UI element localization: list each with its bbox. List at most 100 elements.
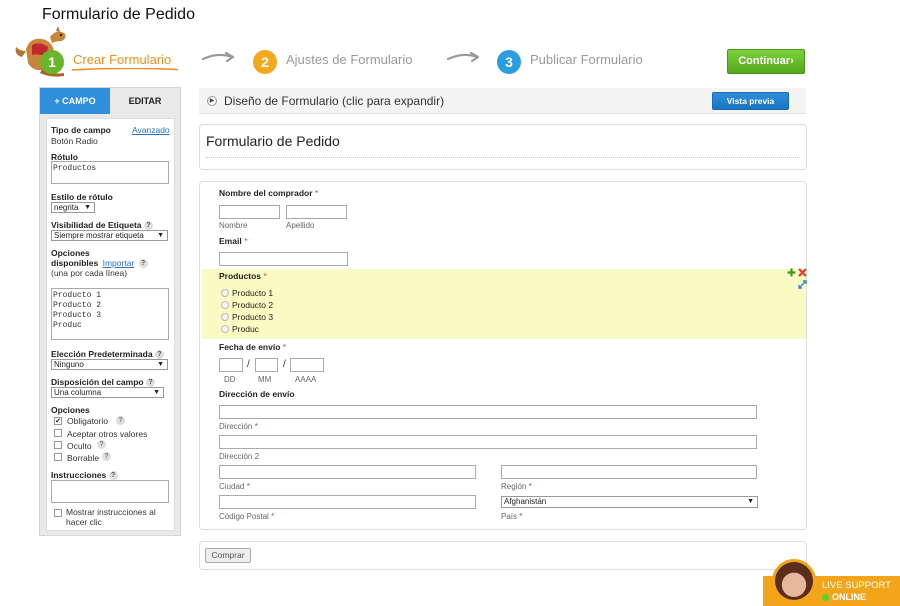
deletable-checkbox[interactable] [54, 453, 62, 461]
arrow-right-icon [202, 51, 235, 63]
advanced-link[interactable]: Avanzado [132, 125, 170, 135]
product-radio[interactable] [221, 313, 229, 321]
tab-add-field[interactable]: + CAMPO [40, 88, 110, 114]
options-section-label: Opciones [51, 405, 90, 415]
country-value: Afghanistán [504, 497, 547, 506]
product-option-label: Producto 2 [232, 300, 274, 310]
help-icon[interactable]: ? [143, 221, 153, 231]
online-label: ONLINE [832, 592, 867, 602]
required-mark: * [244, 236, 248, 246]
first-name-input[interactable] [219, 205, 280, 219]
required-mark: * [519, 512, 523, 521]
last-name-input[interactable] [286, 205, 347, 219]
required-mark: * [528, 482, 532, 491]
day-input[interactable] [219, 358, 243, 372]
country-sublabel: País * [501, 512, 522, 521]
last-name-sublabel: Apellido [286, 221, 315, 230]
label-style-select[interactable]: negrita ▼ [51, 202, 95, 213]
product-radio[interactable] [221, 289, 229, 297]
address2-input[interactable] [219, 435, 757, 449]
default-choice-value: Ninguno [54, 360, 84, 369]
email-input[interactable] [219, 252, 348, 266]
instructions-textarea[interactable] [51, 480, 169, 503]
deletable-checkbox-label: Borrable [67, 453, 100, 463]
label-style-label: Estilo de rótulo [51, 192, 113, 202]
submit-box: Comprar [199, 541, 807, 570]
address-input[interactable] [219, 405, 757, 419]
options-textarea[interactable]: Producto 1 Producto 2 Producto 3 Produc [51, 288, 169, 340]
page-title: Formulario de Pedido [42, 6, 195, 23]
city-input[interactable] [219, 465, 476, 479]
layout-select[interactable]: Una columna ▼ [51, 387, 164, 398]
zip-sub-text: Código Postal [219, 512, 269, 521]
continue-button[interactable]: Continuar› [727, 49, 805, 74]
product-radio[interactable] [221, 301, 229, 309]
products-label: Productos * [219, 271, 267, 281]
buyer-name-text: Nombre del comprador [219, 188, 313, 198]
online-status-icon [822, 594, 829, 601]
expand-icon[interactable]: ▶ [207, 96, 217, 106]
form-title[interactable]: Formulario de Pedido [206, 133, 340, 149]
required-checkbox[interactable]: ✔ [54, 417, 62, 425]
help-icon[interactable]: ? [138, 259, 148, 269]
default-choice-label: Elección Predeterminada ? [51, 349, 164, 360]
form-fields-box: Nombre del comprador * Nombre Apellido E… [199, 181, 807, 530]
options-label-2: disponibles Importar ? [51, 258, 148, 269]
form-design-bar[interactable]: ▶ Diseño de Formulario (clic para expand… [199, 88, 806, 114]
help-icon[interactable]: ? [154, 350, 164, 360]
step-1-label[interactable]: Crear Formulario [73, 52, 171, 67]
tab-edit[interactable]: EDITAR [110, 88, 180, 114]
show-instructions-checkbox[interactable] [54, 509, 62, 517]
preview-button[interactable]: Vista previa [712, 92, 789, 110]
live-support-widget[interactable]: LIVE SUPPORT ONLINE [763, 559, 900, 606]
form-title-box[interactable]: Formulario de Pedido [199, 124, 807, 170]
help-icon[interactable]: ? [97, 440, 106, 449]
show-instructions-label-2: hacer clic [66, 517, 102, 527]
hidden-checkbox-label: Oculto [67, 441, 92, 451]
buyer-name-label: Nombre del comprador * [219, 188, 318, 198]
dropdown-caret-icon: ▼ [153, 389, 160, 396]
product-option-label: Producto 1 [232, 288, 274, 298]
delete-icon[interactable] [798, 268, 807, 277]
required-mark: * [246, 482, 250, 491]
label-visibility-label: Visibilidad de Etiqueta ? [51, 220, 153, 231]
region-input[interactable] [501, 465, 757, 479]
help-icon[interactable]: ? [145, 378, 155, 388]
month-input[interactable] [255, 358, 278, 372]
required-mark: * [263, 271, 267, 281]
step-1-underline [72, 68, 178, 71]
import-link[interactable]: Importar [103, 258, 135, 268]
help-icon[interactable]: ? [116, 416, 125, 425]
add-icon[interactable] [787, 268, 796, 277]
submit-button[interactable]: Comprar [205, 548, 251, 563]
step-2-label[interactable]: Ajustes de Formulario [286, 52, 412, 67]
step-3-label[interactable]: Publicar Formulario [530, 52, 643, 67]
layout-text: Disposición del campo [51, 377, 144, 387]
step-2-number: 2 [253, 50, 277, 74]
default-choice-select[interactable]: Ninguno ▼ [51, 359, 168, 370]
resize-icon[interactable] [798, 280, 807, 289]
accept-other-checkbox[interactable] [54, 429, 62, 437]
dropdown-caret-icon: ▼ [157, 232, 164, 239]
product-radio[interactable] [221, 325, 229, 333]
kangaroo-mascot-icon [15, 27, 66, 77]
default-choice-text: Elección Predeterminada [51, 349, 153, 359]
country-select[interactable]: Afghanistán ▼ [501, 496, 758, 508]
address-sub-text: Dirección [219, 422, 253, 431]
hidden-checkbox[interactable] [54, 441, 62, 449]
required-checkbox-label: Obligatorio [67, 416, 109, 426]
rotulo-input[interactable]: Productos [51, 161, 169, 184]
selected-field-highlight[interactable] [202, 269, 806, 339]
required-mark: * [282, 342, 287, 352]
address2-sublabel: Dirección 2 [219, 452, 260, 461]
help-icon[interactable]: ? [108, 471, 118, 481]
zip-input[interactable] [219, 495, 476, 509]
label-visibility-select[interactable]: Siempre mostrar etiqueta ▼ [51, 230, 168, 241]
show-instructions-label-1: Mostrar instrucciones al [66, 507, 156, 517]
field-properties-panel: + CAMPO EDITAR Tipo de campo Avanzado Bo… [39, 87, 181, 536]
required-mark: * [254, 422, 258, 431]
year-input[interactable] [290, 358, 324, 372]
form-design-label[interactable]: Diseño de Formulario (clic para expandir… [224, 94, 444, 108]
options-label-1: Opciones [51, 248, 90, 258]
help-icon[interactable]: ? [102, 452, 111, 461]
